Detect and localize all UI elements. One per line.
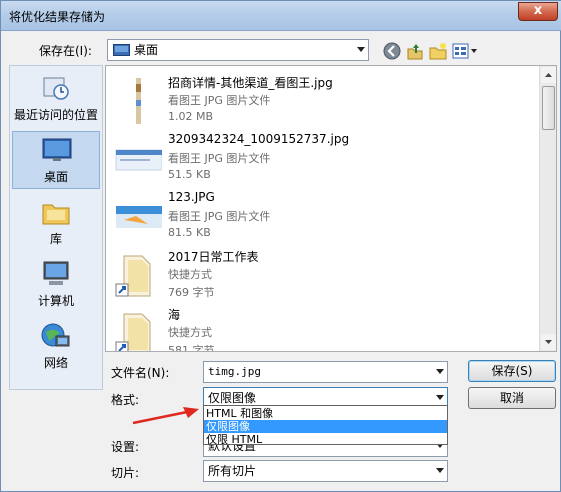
slices-value: 所有切片 [208, 464, 257, 478]
place-label: 库 [49, 232, 62, 246]
new-folder-icon[interactable] [429, 42, 447, 60]
save-button[interactable]: 保存(S) [468, 360, 556, 382]
chevron-down-icon [357, 47, 365, 52]
file-name: 海 [168, 308, 181, 322]
place-recent[interactable]: 最近访问的位置 [12, 70, 100, 128]
recent-icon [43, 77, 69, 100]
file-size: 51.5 KB [168, 168, 211, 181]
network-icon [41, 323, 70, 347]
shortcut-icon [115, 255, 151, 297]
filename-label: 文件名(N): [111, 366, 170, 380]
chevron-down-icon [436, 369, 444, 374]
slices-select[interactable]: 所有切片 [203, 460, 448, 482]
image-thumbnail [136, 78, 141, 124]
place-label: 网络 [43, 356, 68, 370]
shortcut-icon [115, 313, 151, 351]
back-icon[interactable] [383, 42, 401, 60]
list-item[interactable]: 3209342324_1009152737.jpg 看图王 JPG 图片文件 5… [106, 130, 538, 188]
cancel-button[interactable]: 取消 [468, 387, 556, 409]
format-option-selected[interactable]: 仅限图像 [204, 420, 447, 433]
file-type: 看图王 JPG 图片文件 [168, 94, 271, 107]
location-combo[interactable]: 桌面 [107, 39, 369, 61]
place-label: 桌面 [43, 170, 68, 184]
place-network[interactable]: 网络 [12, 318, 100, 376]
slices-label: 切片: [111, 466, 140, 480]
place-label: 计算机 [37, 294, 74, 308]
file-type: 快捷方式 [168, 326, 212, 339]
title-bar: 将优化结果存储为 x [1, 1, 561, 31]
save-in-label: 保存在(I): [39, 44, 92, 58]
place-desktop[interactable]: 桌面 [12, 131, 100, 189]
computer-icon [43, 261, 69, 285]
file-size: 81.5 KB [168, 226, 211, 239]
filename-field[interactable]: timg.jpg [203, 361, 448, 383]
format-option[interactable]: HTML 和图像 [204, 407, 447, 420]
vertical-scrollbar[interactable] [539, 66, 556, 351]
file-type: 看图王 JPG 图片文件 [168, 152, 271, 165]
list-item[interactable]: 123.JPG 看图王 JPG 图片文件 81.5 KB [106, 188, 538, 246]
file-size: 1.02 MB [168, 110, 214, 123]
file-name: 3209342324_1009152737.jpg [168, 132, 350, 146]
desktop-icon [42, 138, 72, 161]
format-option[interactable]: 仅限 HTML [204, 433, 447, 446]
scroll-up-button[interactable] [541, 67, 556, 83]
chevron-down-icon [436, 395, 444, 400]
format-dropdown-list[interactable]: HTML 和图像 仅限图像 仅限 HTML [203, 405, 448, 446]
location-value: 桌面 [134, 43, 159, 57]
chevron-up-icon [545, 73, 552, 77]
place-computer[interactable]: 计算机 [12, 256, 100, 314]
place-library[interactable]: 库 [12, 194, 100, 252]
place-label: 最近访问的位置 [13, 108, 98, 122]
file-type: 看图王 JPG 图片文件 [168, 210, 271, 223]
filename-value: timg.jpg [208, 365, 261, 378]
list-item[interactable]: 招商详情-其他渠道_看图王.jpg 看图王 JPG 图片文件 1.02 MB [106, 72, 538, 130]
library-icon [42, 204, 70, 225]
scroll-down-button[interactable] [541, 334, 556, 350]
view-menu-icon[interactable] [452, 42, 478, 60]
image-thumbnail [115, 149, 162, 171]
image-thumbnail [116, 206, 162, 228]
close-button[interactable]: x [518, 2, 558, 21]
file-type: 快捷方式 [168, 268, 212, 281]
up-folder-icon[interactable] [406, 42, 424, 60]
chevron-down-icon [436, 468, 444, 473]
desktop-icon [113, 44, 130, 56]
file-name: 123.JPG [168, 190, 215, 204]
file-size: 769 字节 [168, 286, 215, 299]
file-name: 2017日常工作表 [168, 250, 259, 264]
places-bar: 最近访问的位置 桌面 库 计算机 网络 [9, 65, 103, 390]
chevron-down-icon [545, 340, 552, 344]
window-title: 将优化结果存储为 [9, 10, 106, 24]
settings-label: 设置: [111, 440, 140, 454]
format-value: 仅限图像 [208, 391, 257, 405]
list-item[interactable]: 海 快捷方式 581 字节 [106, 304, 538, 352]
list-item[interactable]: 2017日常工作表 快捷方式 769 字节 [106, 246, 538, 304]
scroll-thumb[interactable] [542, 86, 555, 130]
file-size: 581 字节 [168, 344, 215, 352]
save-dialog: 将优化结果存储为 x 保存在(I): 桌面 最近访问的位置 桌面 库 计算机 网… [0, 0, 561, 492]
file-name: 招商详情-其他渠道_看图王.jpg [168, 76, 333, 90]
annotation-arrow-icon [132, 407, 199, 425]
file-list[interactable]: 招商详情-其他渠道_看图王.jpg 看图王 JPG 图片文件 1.02 MB 3… [105, 65, 557, 352]
